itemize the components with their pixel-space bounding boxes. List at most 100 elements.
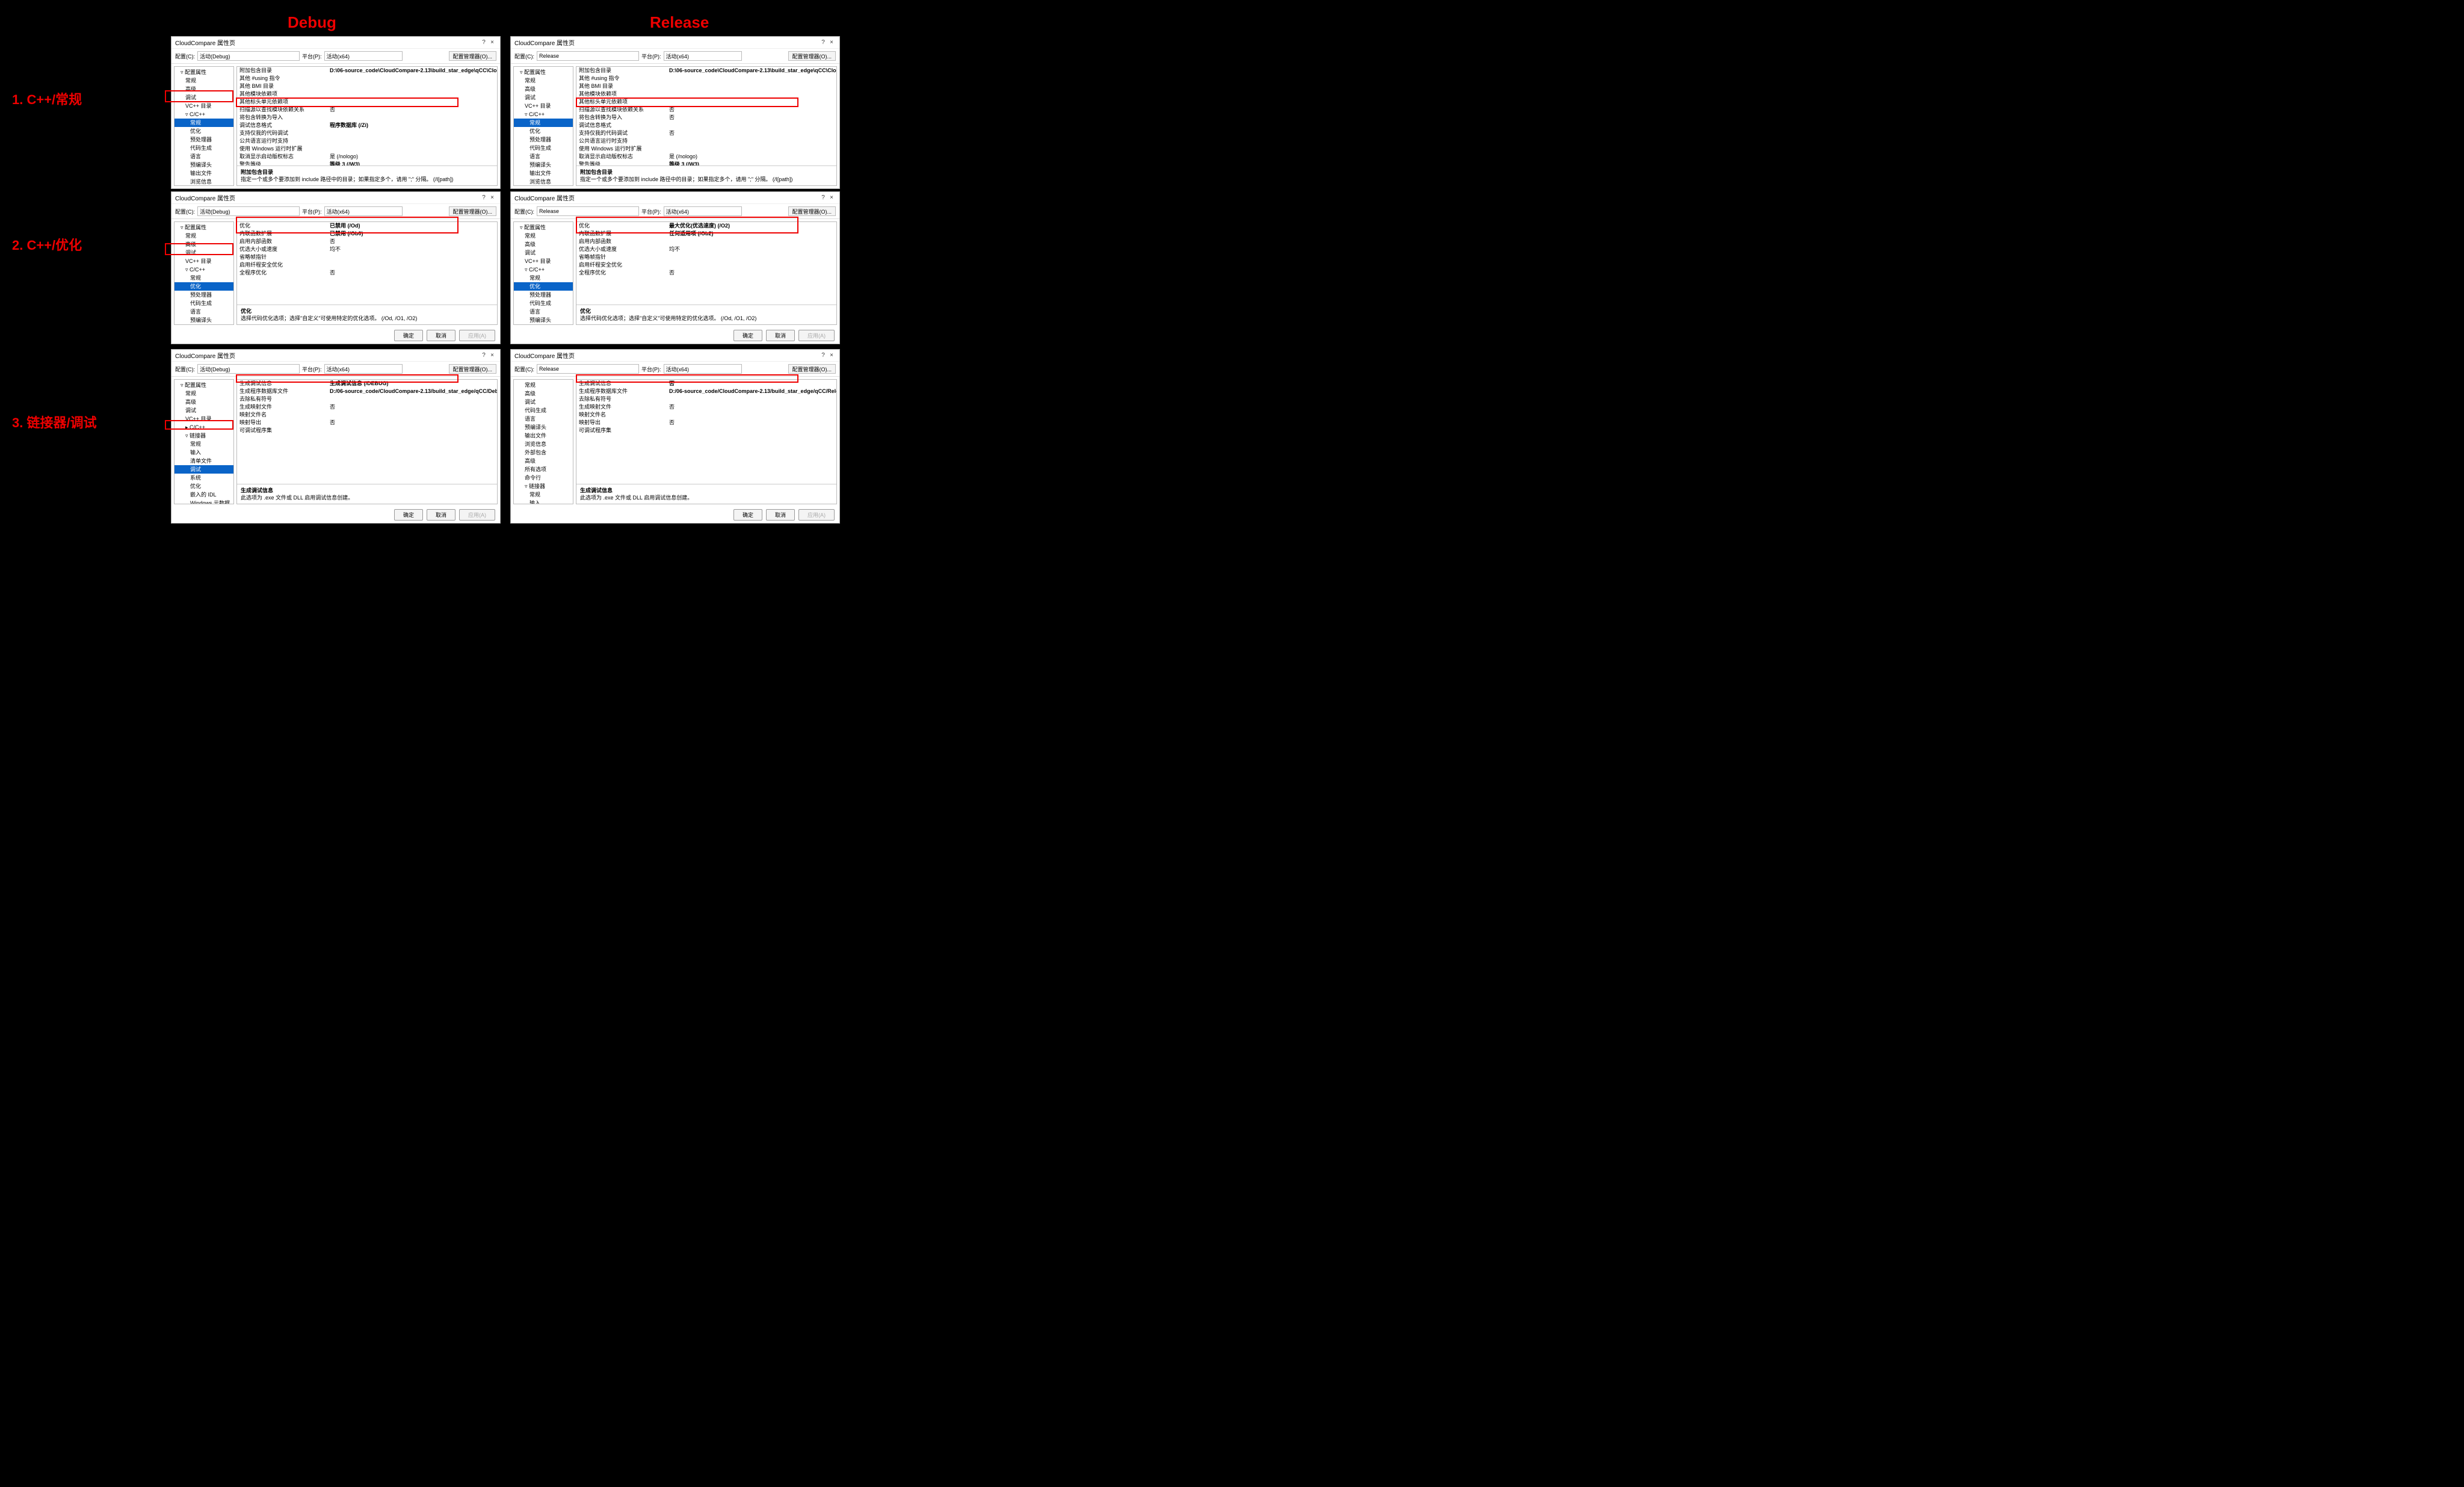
property-row[interactable]: 附加包含目录D:\06-source_code\CloudCompare-2.1… (576, 67, 836, 75)
prop-value[interactable]: 已禁用 (/Od) (327, 222, 497, 230)
prop-value[interactable] (327, 145, 497, 153)
property-list[interactable]: 优化已禁用 (/Od)内联函数扩展已禁用 (/Ob0)启用内部函数否优选大小或速… (237, 222, 497, 305)
config-manager-button[interactable]: 配置管理器(O)... (788, 206, 836, 216)
tree-item[interactable]: 语言 (514, 308, 573, 316)
cancel-button[interactable]: 取消 (427, 509, 455, 521)
prop-value[interactable]: 等级 3 (/W3) (667, 161, 836, 165)
prop-value[interactable] (327, 137, 497, 145)
property-tree[interactable]: ▿ 配置属性常规高级调试VC++ 目录▿ C/C++常规优化预处理器代码生成语言… (174, 66, 234, 186)
platform-select[interactable]: 活动(x64) (664, 364, 742, 374)
property-row[interactable]: 其他 #using 指令 (237, 75, 497, 82)
prop-value[interactable]: 否 (667, 269, 836, 277)
apply-button[interactable]: 应用(A) (798, 509, 835, 521)
prop-value[interactable]: 否 (667, 380, 836, 388)
prop-value[interactable]: 否 (667, 114, 836, 122)
platform-select[interactable]: 活动(x64) (324, 51, 403, 61)
prop-value[interactable]: 是 (/nologo) (667, 153, 836, 161)
tree-item[interactable]: Windows 元数据 (174, 499, 233, 504)
config-manager-button[interactable]: 配置管理器(O)... (449, 364, 497, 374)
tree-item[interactable]: 调试 (174, 465, 233, 474)
property-row[interactable]: 启用内部函数 (576, 238, 836, 246)
prop-value[interactable] (667, 82, 836, 90)
tree-item[interactable]: 高级 (174, 398, 233, 406)
tree-item[interactable]: 清单文件 (174, 457, 233, 465)
tree-item[interactable]: 代码生成 (174, 144, 233, 152)
prop-value[interactable]: 否 (327, 419, 497, 427)
property-row[interactable]: 支持仅我的代码调试 (237, 129, 497, 137)
tree-item[interactable]: 命令行 (514, 474, 573, 482)
property-row[interactable]: 去除私有符号 (576, 395, 836, 403)
property-row[interactable]: 省略帧指针 (576, 253, 836, 261)
prop-value[interactable]: D:\06-source_code\CloudCompare-2.13\buil… (327, 67, 497, 75)
property-row[interactable]: 可调试程序集 (237, 427, 497, 434)
tree-item[interactable]: ▸ C/C++ (174, 423, 233, 431)
property-row[interactable]: 生成映射文件否 (237, 403, 497, 411)
tree-item[interactable]: 输出文件 (514, 431, 573, 440)
property-tree[interactable]: ▿ 配置属性常规高级调试VC++ 目录▿ C/C++常规优化预处理器代码生成语言… (174, 221, 234, 325)
property-row[interactable]: 使用 Windows 运行时扩展 (237, 145, 497, 153)
property-row[interactable]: 扫描源以查找模块依赖关系否 (237, 106, 497, 114)
prop-value[interactable]: 否 (327, 106, 497, 114)
property-row[interactable]: 生成映射文件否 (576, 403, 836, 411)
tree-root[interactable]: ▿ 配置属性 (514, 223, 573, 232)
tree-item[interactable]: 常规 (174, 119, 233, 127)
help-button[interactable]: ? (480, 39, 488, 46)
prop-value[interactable] (327, 261, 497, 269)
tree-item[interactable]: 语言 (174, 308, 233, 316)
property-tree[interactable]: ▿ 配置属性常规高级调试VC++ 目录▿ C/C++常规优化预处理器代码生成语言… (513, 66, 573, 186)
tree-item[interactable]: 高级 (174, 85, 233, 93)
property-row[interactable]: 映射导出否 (237, 419, 497, 427)
config-manager-button[interactable]: 配置管理器(O)... (449, 206, 497, 216)
cancel-button[interactable]: 取消 (766, 330, 795, 341)
property-row[interactable]: 映射文件名 (576, 411, 836, 419)
property-list[interactable]: 生成调试信息生成调试信息 (/DEBUG)生成程序数据库文件D:/06-sour… (237, 380, 497, 484)
prop-value[interactable] (327, 90, 497, 98)
property-row[interactable]: 生成调试信息否 (576, 380, 836, 388)
tree-item[interactable]: VC++ 目录 (174, 257, 233, 265)
tree-item[interactable]: VC++ 目录 (174, 415, 233, 423)
tree-root[interactable]: ▿ 配置属性 (174, 381, 233, 389)
tree-item[interactable]: 调试 (514, 398, 573, 406)
property-row[interactable]: 其他模块依赖项 (576, 90, 836, 98)
tree-item[interactable]: 优化 (174, 282, 233, 291)
apply-button[interactable]: 应用(A) (798, 330, 835, 341)
property-tree[interactable]: ▿ 配置属性常规高级调试VC++ 目录▸ C/C++▿ 链接器常规输入清单文件调… (174, 379, 234, 504)
prop-value[interactable]: 最大优化(优选速度) (/O2) (667, 222, 836, 230)
cancel-button[interactable]: 取消 (427, 330, 455, 341)
tree-item[interactable]: 预编译头 (514, 161, 573, 169)
prop-value[interactable]: 任何适用项 (/Ob2) (667, 230, 836, 238)
tree-cc[interactable]: ▿ C/C++ (514, 110, 573, 119)
platform-select[interactable]: 活动(x64) (324, 206, 403, 216)
property-row[interactable]: 启用内部函数否 (237, 238, 497, 246)
prop-value[interactable]: D:/06-source_code/CloudCompare-2.13/buil… (667, 388, 836, 395)
property-row[interactable]: 内联函数扩展已禁用 (/Ob0) (237, 230, 497, 238)
tree-item[interactable]: 预处理器 (514, 135, 573, 144)
prop-value[interactable]: 否 (667, 106, 836, 114)
property-row[interactable]: 使用 Windows 运行时扩展 (576, 145, 836, 153)
property-row[interactable]: 取消显示启动版权标志是 (/nologo) (237, 153, 497, 161)
prop-value[interactable] (327, 411, 497, 419)
property-row[interactable]: 其他 BMI 目录 (576, 82, 836, 90)
tree-item[interactable]: 预编译头 (174, 316, 233, 324)
tree-item[interactable]: 优化 (514, 127, 573, 135)
tree-item[interactable]: 预编译头 (174, 161, 233, 169)
config-manager-button[interactable]: 配置管理器(O)... (449, 51, 497, 61)
prop-value[interactable]: 否 (667, 129, 836, 137)
tree-item[interactable]: 浏览信息 (514, 440, 573, 448)
tree-cc[interactable]: ▿ C/C++ (514, 265, 573, 274)
close-button[interactable]: × (488, 39, 496, 46)
tree-item[interactable]: 语言 (514, 152, 573, 161)
tree-item[interactable]: 输出文件 (514, 324, 573, 325)
tree-cc[interactable]: ▿ C/C++ (174, 265, 233, 274)
tree-item[interactable]: 输出文件 (514, 169, 573, 178)
tree-root[interactable]: ▿ 配置属性 (174, 68, 233, 76)
tree-item[interactable]: 调试 (514, 249, 573, 257)
prop-value[interactable]: 否 (327, 269, 497, 277)
tree-item[interactable]: 输出文件 (174, 324, 233, 325)
apply-button[interactable]: 应用(A) (459, 330, 495, 341)
tree-item[interactable]: 代码生成 (514, 406, 573, 415)
property-row[interactable]: 启用纤程安全优化 (576, 261, 836, 269)
prop-value[interactable]: 等级 3 (/W3) (327, 161, 497, 165)
ok-button[interactable]: 确定 (394, 509, 423, 521)
prop-value[interactable] (667, 90, 836, 98)
